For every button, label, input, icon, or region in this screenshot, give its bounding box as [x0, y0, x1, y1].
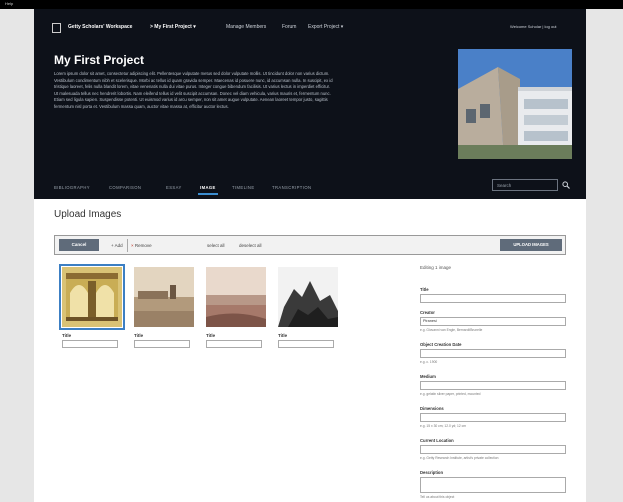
description-field[interactable]: [420, 477, 566, 493]
thumbnail-title-label: Title: [134, 333, 144, 338]
sepia-landscape-icon: [134, 267, 194, 327]
medium-hint: e.g. gelatin silver paper, printed, moun…: [420, 392, 481, 396]
date-label: Object Creation Date: [420, 342, 462, 347]
upload-images-button[interactable]: UPLOAD IMAGES: [500, 239, 562, 251]
project-menu-label: > My First Project: [150, 24, 192, 30]
workspace-link[interactable]: Getty Scholars' Workspace: [68, 24, 132, 30]
medium-label: Medium: [420, 374, 436, 379]
project-image: [458, 49, 572, 159]
chevron-down-icon: ▾: [193, 24, 196, 30]
thumbnail-title-input[interactable]: [134, 340, 190, 348]
dimensions-field[interactable]: [420, 413, 566, 422]
location-label: Current Location: [420, 438, 454, 443]
welcome-logout[interactable]: Welcome Scholar | log out: [510, 24, 557, 29]
page: Getty Scholars' Workspace > My First Pro…: [34, 9, 586, 502]
thumbnail-item[interactable]: Title: [278, 267, 338, 349]
thumbnail-item[interactable]: Title: [59, 264, 125, 349]
export-project-menu[interactable]: Export Project ▾: [308, 24, 343, 30]
export-project-label: Export Project: [308, 24, 340, 30]
creator-field[interactable]: Piranesi: [420, 317, 566, 326]
thumbnail-title-input[interactable]: [62, 340, 118, 348]
thumbnail-title-label: Title: [62, 333, 72, 338]
thumbnail-title-label: Title: [278, 333, 288, 338]
search-icon[interactable]: [562, 181, 570, 189]
workspace-icon: [52, 23, 61, 33]
project-title: My First Project: [54, 53, 145, 67]
arches-engraving-icon: [62, 267, 122, 327]
forum-link[interactable]: Forum: [282, 24, 296, 30]
description-hint: Tell us about this object: [420, 495, 455, 499]
tab-essay[interactable]: ESSAY: [166, 185, 182, 190]
editing-heading: Editing 1 image: [420, 265, 452, 270]
remove-button[interactable]: × Remove: [131, 243, 152, 248]
thumbnail-image[interactable]: [278, 267, 338, 327]
deselect-all-link[interactable]: deselect all: [239, 243, 262, 248]
thumbnail-item[interactable]: Title: [206, 267, 266, 349]
creator-hint: e.g. Giovanni van Engle, Bernardi/Brunel…: [420, 328, 483, 332]
upload-images-title: Upload Images: [54, 209, 122, 220]
tab-timeline[interactable]: TIMELINE: [232, 185, 255, 190]
title-field[interactable]: [420, 294, 566, 303]
thumbnail-title-input[interactable]: [206, 340, 262, 348]
project-description: Lorem ipsum dolor sit amet, consectetur …: [54, 71, 333, 109]
upload-toolbar: Cancel + Add × Remove select all deselec…: [54, 235, 566, 255]
thumbnail-title-input[interactable]: [278, 340, 334, 348]
chevron-down-icon: ▾: [340, 24, 344, 30]
description-label: Description: [420, 470, 444, 475]
select-all-link[interactable]: select all: [207, 243, 225, 248]
seaside-photo-icon: [206, 267, 266, 327]
dimensions-label: Dimensions: [420, 406, 444, 411]
thumbnail-image[interactable]: [59, 264, 125, 330]
thumbnail-image[interactable]: [134, 267, 194, 327]
top-bar: Help: [0, 0, 623, 9]
help-link[interactable]: Help: [5, 1, 13, 6]
medium-field[interactable]: [420, 381, 566, 390]
search-input[interactable]: Search: [492, 179, 558, 191]
remove-label: Remove: [134, 243, 152, 248]
title-label: Title: [420, 287, 429, 292]
remove-x-icon: ×: [131, 243, 134, 248]
tab-bibliography[interactable]: BIBLIOGRAPHY: [54, 185, 90, 190]
location-field[interactable]: [420, 445, 566, 454]
project-menu[interactable]: > My First Project ▾: [150, 24, 196, 30]
toolbar-divider: [127, 239, 128, 252]
tab-transcription[interactable]: TRANSCRIPTION: [272, 185, 311, 190]
thumbnail-item[interactable]: Title: [134, 267, 194, 349]
thumbnail-image[interactable]: [206, 267, 266, 327]
add-button[interactable]: + Add: [111, 243, 123, 248]
search-placeholder: Search: [497, 183, 512, 188]
date-hint: e.g. c. 1900: [420, 360, 438, 364]
project-header: Getty Scholars' Workspace > My First Pro…: [34, 9, 586, 199]
building-photo-icon: [458, 49, 572, 159]
thumbnail-title-label: Title: [206, 333, 216, 338]
location-hint: e.g. Getty Research Institute, artist's …: [420, 456, 499, 460]
creator-label: Creator: [420, 310, 435, 315]
cancel-button[interactable]: Cancel: [59, 239, 99, 251]
date-field[interactable]: [420, 349, 566, 358]
dimensions-hint: e.g. 15 x 30 cm; 12.0 yd; 12 cm: [420, 424, 466, 428]
tab-comparison[interactable]: COMPARISON: [109, 185, 141, 190]
manage-members-link[interactable]: Manage Members: [226, 24, 266, 30]
tab-image[interactable]: IMAGE: [198, 185, 218, 195]
rock-photo-icon: [278, 267, 338, 327]
